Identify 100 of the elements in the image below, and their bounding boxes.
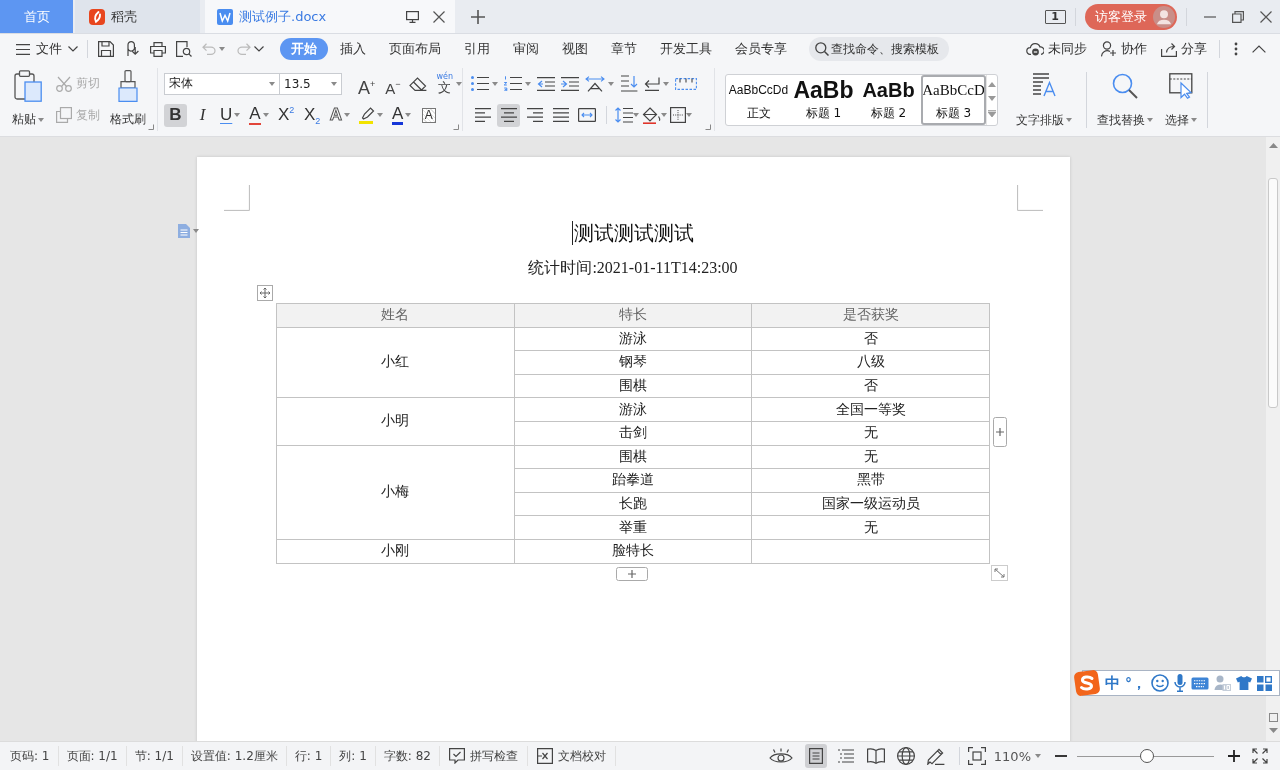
input-mode-toggle[interactable]: 中 (1105, 673, 1120, 693)
caret-icon[interactable] (1066, 118, 1072, 122)
ruler-icon[interactable] (675, 77, 697, 90)
dialog-launcher-icon[interactable] (148, 124, 154, 130)
ribbon-tab[interactable]: 视图 (551, 38, 599, 60)
fullscreen-icon[interactable] (1252, 748, 1268, 764)
caret-icon[interactable] (492, 81, 498, 86)
save-icon[interactable] (98, 41, 114, 57)
scroll-up-icon[interactable] (1268, 143, 1278, 148)
bullet-list-icon[interactable] (471, 76, 489, 92)
line-spacing-icon[interactable] (615, 107, 633, 124)
paste-button[interactable]: 粘贴 (10, 68, 46, 130)
expand-icon[interactable] (988, 110, 996, 117)
chevron-up-icon[interactable] (1252, 45, 1266, 53)
style-option[interactable]: AaBb 标题 2 (856, 74, 921, 125)
scroll-up-icon[interactable] (988, 82, 996, 87)
align-center-button[interactable] (497, 103, 520, 127)
caret-icon[interactable] (376, 113, 383, 118)
caret-icon[interactable] (663, 81, 669, 86)
ribbon-tab[interactable]: 页面布局 (378, 38, 452, 60)
dialog-launcher-icon[interactable] (453, 124, 459, 130)
ribbon-tab[interactable]: 会员专享 (724, 38, 798, 60)
slider-thumb[interactable] (1139, 749, 1154, 763)
font-color-button[interactable]: A (389, 103, 414, 127)
tab[interactable]: 稻壳 (75, 0, 200, 33)
caret-icon[interactable] (234, 113, 241, 118)
file-menu[interactable]: 文件 (16, 40, 78, 58)
outdent-icon[interactable] (537, 76, 555, 91)
ribbon-tab[interactable]: 章节 (600, 38, 648, 60)
caret-icon[interactable] (219, 47, 225, 51)
caret-icon[interactable] (1191, 118, 1197, 122)
grow-font-button[interactable]: A$^{+}$ (356, 72, 378, 95)
person-icon[interactable] (1214, 675, 1231, 691)
dialog-launcher-icon[interactable] (705, 124, 711, 130)
select-button[interactable]: 选择 (1159, 68, 1203, 131)
plus-icon[interactable] (471, 9, 485, 24)
s-logo-icon[interactable] (1073, 669, 1101, 697)
ribbon-tab[interactable]: 插入 (329, 38, 377, 60)
sort-icon[interactable] (620, 75, 638, 93)
ribbon-tab[interactable]: 审阅 (502, 38, 550, 60)
pinyin-button[interactable]: wén 文 (436, 73, 454, 95)
microphone-icon[interactable] (1174, 674, 1186, 692)
style-option[interactable]: AaBbCcD 标题 3 (921, 74, 986, 125)
caret-icon[interactable] (38, 117, 44, 122)
punctuation-toggle[interactable]: °， (1125, 673, 1146, 693)
document-icon[interactable] (177, 224, 190, 238)
caret-icon[interactable] (269, 81, 275, 86)
more-icon[interactable] (1234, 42, 1238, 56)
caret-icon[interactable] (456, 81, 463, 86)
zoom-in-icon[interactable] (1228, 750, 1240, 762)
ribbon-tab[interactable]: 引用 (453, 38, 501, 60)
smiley-icon[interactable] (1151, 674, 1169, 692)
text-layout-button[interactable]: 文字排版 (1006, 68, 1082, 131)
page-view-button[interactable] (804, 744, 827, 768)
caret-icon[interactable] (633, 113, 639, 118)
italic-button[interactable]: I (192, 103, 213, 127)
style-option[interactable]: AaBb 标题 1 (791, 74, 856, 125)
spell-check-button[interactable]: 拼写检查 (439, 746, 528, 766)
underline-button[interactable]: U (218, 103, 243, 127)
ribbon-tab[interactable]: 开发工具 (649, 38, 723, 60)
square-icon[interactable] (1268, 713, 1278, 722)
window-count[interactable]: 1 (1045, 9, 1066, 24)
indent-icon[interactable] (561, 76, 579, 91)
close-icon[interactable] (433, 10, 445, 23)
caret-icon[interactable] (686, 113, 692, 118)
minimize-icon[interactable] (1204, 15, 1216, 18)
restore-icon[interactable] (1232, 10, 1244, 23)
subscript-button[interactable]: X$_{2}$ (301, 103, 323, 127)
caret-icon[interactable] (405, 113, 412, 118)
print-preview-icon[interactable] (176, 41, 192, 57)
numbered-list-icon[interactable] (504, 76, 522, 92)
format-painter-button[interactable]: 格式刷 (108, 68, 148, 130)
monitor-icon[interactable] (406, 10, 419, 23)
scroll-down-icon[interactable] (1268, 728, 1278, 733)
style-option[interactable]: AaBbCcDd 正文 (726, 74, 791, 125)
search-field[interactable]: 查找命令、搜索模板 (809, 37, 949, 61)
bold-button[interactable]: B (164, 103, 187, 127)
zoom-level[interactable]: 110% (993, 748, 1031, 764)
text-direction-icon[interactable] (585, 75, 605, 92)
caret-icon[interactable] (192, 229, 199, 233)
shrink-font-button[interactable]: A$^{−}$ (383, 72, 403, 95)
border-icon[interactable] (670, 107, 686, 124)
eye-icon[interactable] (768, 748, 793, 764)
scrollbar-thumb[interactable] (1268, 178, 1278, 408)
sync-button[interactable]: 未同步 (1026, 40, 1087, 58)
character-border-button[interactable]: A (418, 103, 440, 127)
export-icon[interactable] (124, 41, 140, 57)
keyboard-icon[interactable] (1191, 676, 1209, 690)
line-break-icon[interactable] (644, 76, 660, 91)
share-button[interactable]: 分享 (1161, 40, 1207, 58)
resize-icon[interactable] (991, 564, 1008, 581)
chevron-down-icon[interactable] (254, 46, 264, 52)
caret-icon[interactable] (331, 81, 337, 86)
printer-icon[interactable] (150, 41, 166, 57)
shirt-icon[interactable] (1236, 676, 1252, 690)
superscript-button[interactable]: X$^{2}$ (275, 103, 297, 127)
eraser-icon[interactable] (408, 76, 427, 91)
fit-page-icon[interactable] (967, 747, 986, 765)
web-view-button[interactable] (894, 744, 917, 768)
caret-icon[interactable] (525, 81, 531, 86)
